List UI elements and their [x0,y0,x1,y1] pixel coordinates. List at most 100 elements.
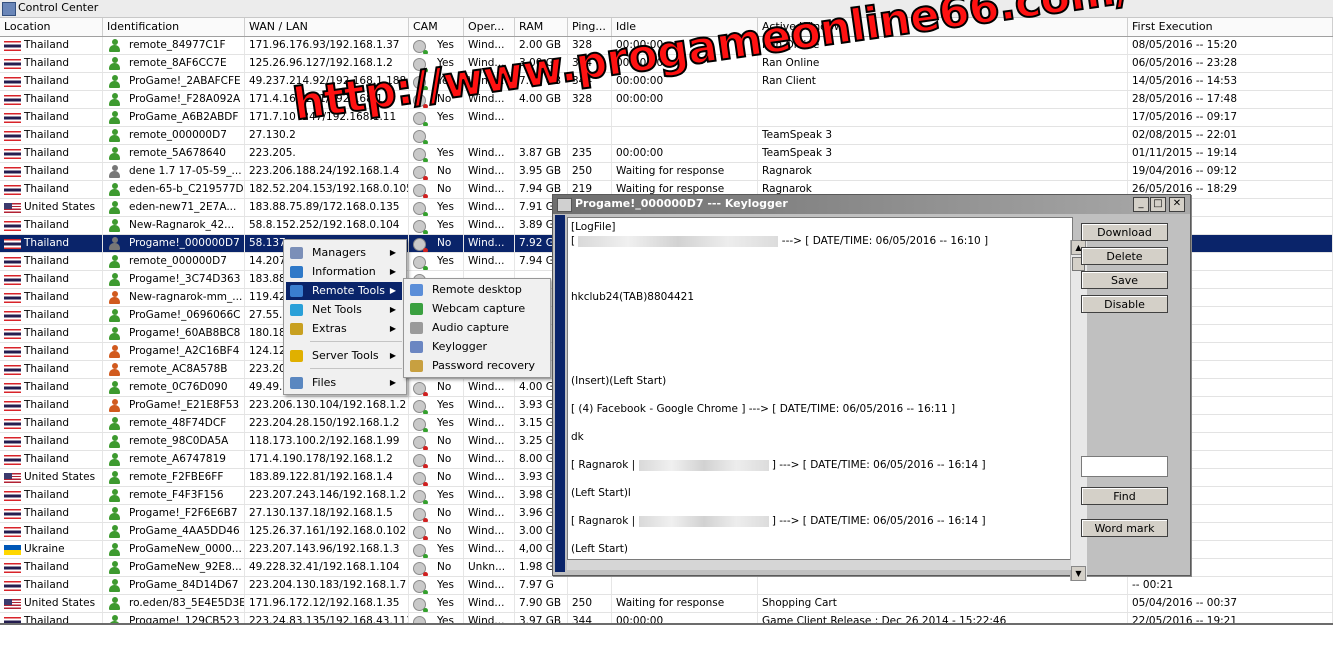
cell-wan: 223.24.83.135/192.168.43.113 [245,613,409,623]
country-label: Thailand [24,291,70,303]
keylog-hscroll[interactable] [567,560,1071,570]
client-id: ProGame!_0696066C [129,309,241,321]
delete-button[interactable]: Delete [1081,247,1168,265]
word-mark-button[interactable]: Word mark [1081,519,1168,537]
client-id: remote_000000D7 [129,129,227,141]
cell-ping [568,127,612,144]
cell-id: Progame!_F2F6E6B7 [103,505,245,522]
cam-label: Yes [437,399,454,411]
country-label: Thailand [24,75,70,87]
cam-label: Yes [437,147,454,159]
submenu-item-password-recovery[interactable]: Password recovery [406,357,546,375]
cell-id: remote_8AF6CC7E [103,55,245,72]
flag-th-icon [4,347,21,357]
cell-location: Thailand [0,145,103,162]
maximize-icon[interactable]: □ [1150,197,1166,212]
country-label: Thailand [24,129,70,141]
country-label: Thailand [24,489,70,501]
column-header-ping[interactable]: Ping... [568,18,612,36]
column-header-os[interactable]: Oper... [464,18,515,36]
cam-label: No [437,165,452,177]
cell-idle [612,577,758,594]
client-id: eden-65-b_C219577D [129,183,244,195]
download-button[interactable]: Download [1081,223,1168,241]
cell-id: Progame!_000000D7 [103,235,245,252]
submenu-item-keylogger[interactable]: Keylogger [406,338,546,356]
flag-th-icon [4,563,21,573]
menu-item-label: Server Tools [312,349,379,362]
table-row[interactable]: Thailand ProGame_A6B2ABDF 171.7.10 .247/19… [0,109,1333,127]
cell-os: Wind... [464,397,515,414]
cell-ram: 3.95 GB [515,163,568,180]
save-button[interactable]: Save [1081,271,1168,289]
find-input[interactable] [1081,456,1168,477]
country-label: Thailand [24,579,70,591]
table-row[interactable]: United States ro.eden/83_5E4E5D3E 171.96.1… [0,595,1333,613]
flag-th-icon [4,437,21,447]
find-button[interactable]: Find [1081,487,1168,505]
cell-id: ProGame_84D14D67 [103,577,245,594]
table-row[interactable]: Thailand ProGame!_F28A092A 171.4.160.241/1… [0,91,1333,109]
submenu-item-audio-capture[interactable]: Audio capture [406,319,546,337]
column-header-location[interactable]: Location [0,18,103,36]
minimize-icon[interactable]: _ [1133,197,1149,212]
cell-location: Thailand [0,91,103,108]
cell-cam: Yes [409,487,464,504]
cell-os: Wind... [464,433,515,450]
menu-item-server-tools[interactable]: Server Tools ▶ [286,347,402,365]
menu-item-information[interactable]: Information ▶ [286,263,402,281]
cell-location: Thailand [0,433,103,450]
cell-os: Wind... [464,253,515,270]
menu-item-label: Net Tools [312,303,362,316]
cell-cam: Yes [409,541,464,558]
column-header-ram[interactable]: RAM [515,18,568,36]
cam-label: Yes [437,255,454,267]
submenu-item-label: Password recovery [432,359,536,372]
cell-location: Thailand [0,109,103,126]
cell-active: Ran Client [758,73,1128,90]
flag-th-icon [4,275,21,285]
keylogger-titlebar[interactable]: Progame!_000000D7 --- Keylogger _ □ ✕ [553,195,1190,214]
flag-th-icon [4,581,21,591]
submenu-item-remote-desktop[interactable]: Remote desktop [406,281,546,299]
table-row[interactable]: Thailand Progame!_129CB523 223.24.83.135/1… [0,613,1333,623]
column-header-cam[interactable]: CAM [409,18,464,36]
menu-item-remote-tools[interactable]: Remote Tools ▶ [286,282,402,300]
cell-wan: 183.89.122.81/192.168.1.4 [245,469,409,486]
cell-id: ProGame_A6B2ABDF [103,109,245,126]
menu-item-extras[interactable]: Extras ▶ [286,320,402,338]
client-id: eden-new71_2E7A... [129,201,237,213]
column-header-first[interactable]: First Execution [1128,18,1333,36]
cell-ram: 7.97 G [515,577,568,594]
context-menu: Managers ▶ Information ▶ Remote Tools ▶ Net To… [283,239,407,395]
webcam-icon [413,598,428,612]
client-id: ProGame!_E21E8F53 [129,399,240,411]
menu-item-files[interactable]: Files ▶ [286,374,402,392]
table-row[interactable]: Thailand remote_000000D7 27.130.2 TeamSpeak… [0,127,1333,145]
webcam-icon [413,436,428,450]
close-icon[interactable]: ✕ [1169,197,1185,212]
menu-item-net-tools[interactable]: Net Tools ▶ [286,301,402,319]
cell-wan: 223.204.130.183/192.168.1.7 [245,577,409,594]
keylog-line-suffix: ] ---> [ DATE/TIME: 06/05/2016 -- 16:14 … [768,459,986,471]
scroll-down-icon[interactable]: ▼ [1071,566,1086,581]
cell-os: Wind... [464,235,515,252]
cell-cam: No [409,235,464,252]
column-header-wan[interactable]: WAN / LAN [245,18,409,36]
menu-item-managers[interactable]: Managers ▶ [286,244,402,262]
country-label: Thailand [24,165,70,177]
cell-os: Wind... [464,469,515,486]
disable-button[interactable]: Disable [1081,295,1168,313]
keylogger-icon [410,341,423,353]
column-header-id[interactable]: Identification [103,18,245,36]
table-row[interactable]: Thailand ProGame_84D14D67 223.204.130.183/… [0,577,1333,595]
country-label: Thailand [24,255,70,267]
client-id: remote_98C0DA5A [129,435,229,447]
submenu-item-webcam-capture[interactable]: Webcam capture [406,300,546,318]
table-row[interactable]: Thailand dene 1.7 17-05-59_... 223.206.188… [0,163,1333,181]
table-row[interactable]: Thailand remote_5A678640 223.205. Yes Wind..… [0,145,1333,163]
cam-label: Yes [437,39,454,51]
keylog-line: (Insert)(Left Start) [571,375,667,387]
keylog-textarea[interactable]: ▲ ▼ [LogFile][ ---> [ DATE/TIME: 06/05/2… [567,217,1087,581]
cell-wan: 183.88.75.89/172.168.0.135 [245,199,409,216]
